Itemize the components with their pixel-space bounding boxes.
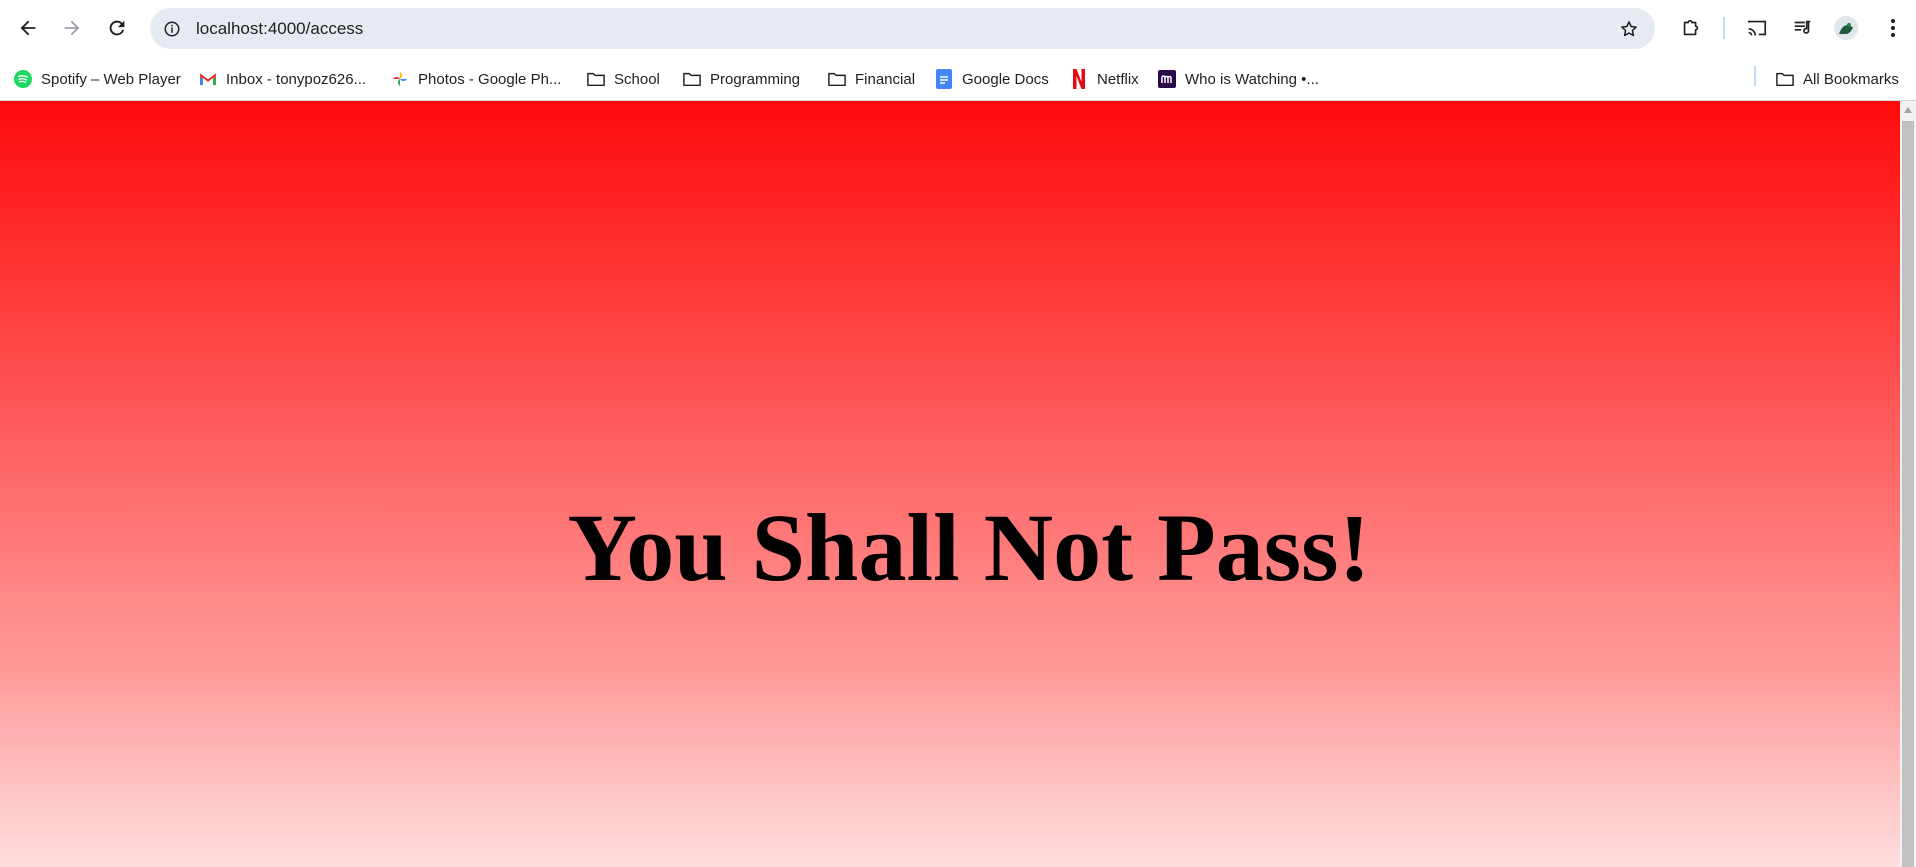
bookmark-gmail[interactable]: Inbox - tonypoz626... (199, 66, 366, 92)
scrollbar-thumb[interactable] (1902, 121, 1914, 867)
google-docs-icon (935, 69, 953, 89)
browser-menu-icon[interactable] (1878, 13, 1908, 43)
page-content: You Shall Not Pass! (0, 101, 1900, 867)
bookmark-label: Programming (710, 70, 801, 88)
google-photos-icon (391, 70, 409, 88)
back-button[interactable] (12, 12, 44, 44)
arrow-left-icon (20, 20, 36, 36)
netflix-icon (1070, 69, 1088, 89)
spotify-icon (14, 70, 32, 88)
bookmarks-divider (1754, 66, 1756, 86)
reload-icon (109, 20, 125, 36)
bookmark-folder-programming[interactable]: Programming (683, 66, 800, 92)
bookmarks-bar: Spotify – Web Player Inbox - tonypoz626.… (0, 58, 1916, 101)
bookmark-label: All Bookmarks (1803, 70, 1899, 88)
bookmark-label: School (614, 70, 660, 88)
url-text[interactable]: localhost:4000/access (196, 8, 363, 49)
toolbar-divider (1723, 17, 1725, 39)
bookmark-folder-financial[interactable]: Financial (828, 66, 915, 92)
profile-avatar[interactable] (1834, 16, 1858, 40)
page-headline: You Shall Not Pass! (567, 494, 1371, 601)
bookmark-netflix[interactable]: Netflix (1070, 66, 1139, 92)
bookmark-label: Financial (855, 70, 916, 88)
page-scrollbar[interactable] (1900, 101, 1916, 867)
folder-icon (828, 70, 846, 88)
folder-icon (1776, 70, 1794, 88)
bookmark-spotify[interactable]: Spotify – Web Player (14, 66, 181, 92)
bookmark-star-icon[interactable] (1617, 17, 1641, 41)
bookmark-label: Photos - Google Ph... (418, 70, 562, 88)
scroll-up-arrow-icon[interactable] (1904, 107, 1912, 113)
gmail-icon (199, 70, 217, 88)
bookmark-who-is-watching[interactable]: Who is Watching •... (1158, 66, 1319, 92)
folder-icon (587, 70, 605, 88)
bookmark-label: Netflix (1097, 70, 1139, 88)
extensions-icon[interactable] (1676, 13, 1706, 43)
bookmark-label: Spotify – Web Player (41, 70, 181, 88)
bookmark-google-docs[interactable]: Google Docs (935, 66, 1049, 92)
reload-button[interactable] (101, 12, 133, 44)
bookmark-label: Google Docs (962, 70, 1049, 88)
m-icon (1158, 70, 1176, 88)
bookmark-folder-school[interactable]: School (587, 66, 660, 92)
media-control-icon[interactable] (1788, 13, 1818, 43)
site-info-icon[interactable] (160, 17, 184, 41)
arrow-right-icon (64, 20, 80, 36)
address-bar[interactable]: localhost:4000/access (150, 8, 1655, 49)
browser-toolbar: localhost:4000/access (0, 0, 1916, 58)
bookmark-google-photos[interactable]: Photos - Google Ph... (391, 66, 561, 92)
folder-icon (683, 70, 701, 88)
all-bookmarks-button[interactable]: All Bookmarks (1776, 66, 1899, 92)
forward-button[interactable] (56, 12, 88, 44)
bookmark-label: Inbox - tonypoz626... (226, 70, 367, 88)
cast-icon[interactable] (1742, 13, 1772, 43)
bookmark-label: Who is Watching •... (1185, 70, 1319, 88)
